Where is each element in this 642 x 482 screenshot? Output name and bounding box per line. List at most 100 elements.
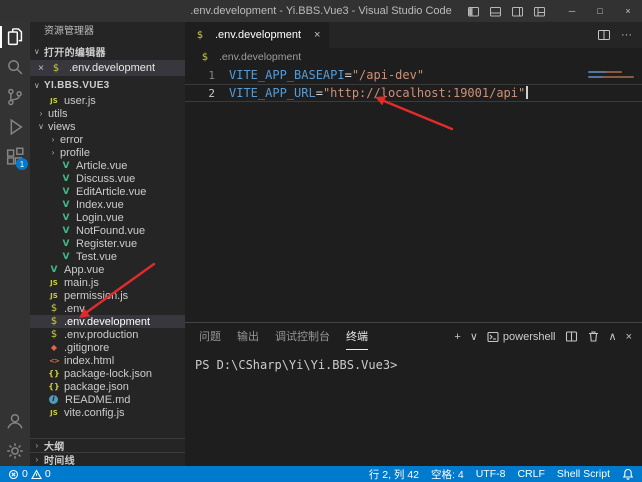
panel-tab-problems[interactable]: 问题 xyxy=(199,323,221,350)
tree-item-profile[interactable]: ›profile xyxy=(30,146,185,159)
tree-item-package.json[interactable]: {}package.json xyxy=(30,380,185,393)
tree-item-Discuss.vue[interactable]: VDiscuss.vue xyxy=(30,172,185,185)
tree-item-.env.development[interactable]: $.env.development xyxy=(30,315,185,328)
tree-item-label: NotFound.vue xyxy=(76,225,145,237)
indentation-status[interactable]: 空格: 4 xyxy=(431,467,464,482)
open-editors-label: 打开的编辑器 xyxy=(44,44,106,59)
tree-item-main.js[interactable]: JSmain.js xyxy=(30,276,185,289)
source-control-icon[interactable] xyxy=(0,82,30,112)
tree-item-Index.vue[interactable]: VIndex.vue xyxy=(30,198,185,211)
open-editor-item[interactable]: × $ .env.development xyxy=(30,60,185,76)
minimap[interactable] xyxy=(588,71,634,81)
split-terminal-icon[interactable] xyxy=(565,330,578,343)
more-actions-icon[interactable]: ··· xyxy=(621,29,632,41)
tree-item-package-lock.json[interactable]: {}package-lock.json xyxy=(30,367,185,380)
panel-tab-output[interactable]: 输出 xyxy=(237,323,259,350)
open-editors-header[interactable]: ∨ 打开的编辑器 xyxy=(30,42,185,60)
md-file-icon: i xyxy=(49,395,58,404)
search-icon[interactable] xyxy=(0,52,30,82)
extensions-icon[interactable]: 1 xyxy=(0,142,30,172)
maximize-button[interactable]: □ xyxy=(586,0,614,22)
encoding-status[interactable]: UTF-8 xyxy=(476,468,506,480)
token-operator: = xyxy=(316,86,323,100)
minimap-line xyxy=(588,71,622,73)
close-tab-icon[interactable]: × xyxy=(314,29,320,41)
chevron-collapsed-icon: › xyxy=(30,441,44,450)
project-name-label: YI.BBS.VUE3 xyxy=(44,80,110,91)
tree-item-label: permission.js xyxy=(64,290,128,302)
chevron-expanded-icon: ∨ xyxy=(30,81,44,90)
tree-item-label: .env.production xyxy=(64,329,138,341)
terminal-dropdown-icon[interactable]: ∨ xyxy=(470,330,478,343)
powershell-terminal-button[interactable]: powershell xyxy=(487,331,556,343)
timeline-label: 时间线 xyxy=(44,452,75,466)
code-area[interactable]: 1 VITE_APP_BASEAPI="/api-dev" 2 VITE_APP… xyxy=(185,66,642,102)
toggle-secondary-sidebar-icon[interactable] xyxy=(511,5,524,18)
toggle-panel-icon[interactable] xyxy=(489,5,502,18)
run-and-debug-icon[interactable] xyxy=(0,112,30,142)
tree-item-utils[interactable]: ›utils xyxy=(30,107,185,120)
close-panel-icon[interactable]: × xyxy=(626,331,632,343)
split-editor-icon[interactable] xyxy=(597,28,611,42)
env-file-icon: $ xyxy=(48,329,60,340)
tree-item-index.html[interactable]: <>index.html xyxy=(30,354,185,367)
tree-item-Login.vue[interactable]: VLogin.vue xyxy=(30,211,185,224)
text-cursor xyxy=(526,86,528,99)
kill-terminal-trash-icon[interactable] xyxy=(587,330,600,343)
js-file-icon: JS xyxy=(48,409,60,417)
tree-item-EditArticle.vue[interactable]: VEditArticle.vue xyxy=(30,185,185,198)
chevron-collapsed-icon: › xyxy=(30,455,44,464)
tree-item-label: .env.development xyxy=(64,316,150,328)
toggle-sidebar-icon[interactable] xyxy=(467,5,480,18)
token-string: "http://localhost:19001/api" xyxy=(323,86,525,100)
explorer-icon[interactable] xyxy=(0,22,30,52)
tree-item-views[interactable]: ∨views xyxy=(30,120,185,133)
tree-item-Test.vue[interactable]: VTest.vue xyxy=(30,250,185,263)
tree-item-.env[interactable]: $.env xyxy=(30,302,185,315)
minimize-button[interactable]: ─ xyxy=(558,0,586,22)
vue-file-icon: V xyxy=(60,213,72,223)
project-section-header[interactable]: ∨ YI.BBS.VUE3 xyxy=(30,76,185,94)
eol-status[interactable]: CRLF xyxy=(517,468,544,480)
outline-section-header[interactable]: › 大纲 xyxy=(30,438,185,452)
tree-item-App.vue[interactable]: VApp.vue xyxy=(30,263,185,276)
code-line-1[interactable]: 1 VITE_APP_BASEAPI="/api-dev" xyxy=(185,66,642,84)
tree-item-user.js[interactable]: JSuser.js xyxy=(30,94,185,107)
tree-item-label: main.js xyxy=(64,277,99,289)
outline-label: 大纲 xyxy=(44,438,65,453)
close-editor-icon[interactable]: × xyxy=(35,63,47,74)
notifications-bell-icon[interactable] xyxy=(622,468,634,480)
close-window-button[interactable]: × xyxy=(614,0,642,22)
settings-gear-icon[interactable] xyxy=(0,436,30,466)
new-terminal-icon[interactable]: + xyxy=(454,331,460,343)
js-file-icon: JS xyxy=(48,292,60,300)
tree-item-label: Article.vue xyxy=(76,160,127,172)
tree-item-error[interactable]: ›error xyxy=(30,133,185,146)
line-number: 1 xyxy=(185,69,215,82)
panel-tab-debug-console[interactable]: 调试控制台 xyxy=(275,323,330,350)
code-line-2[interactable]: 2 VITE_APP_URL="http://localhost:19001/a… xyxy=(185,84,642,102)
maximize-panel-icon[interactable]: ∧ xyxy=(609,330,617,343)
tree-item-label: utils xyxy=(48,108,68,120)
tree-item-.env.production[interactable]: $ .env.production xyxy=(30,328,185,341)
terminal-content[interactable]: PS D:\CSharp\Yi\Yi.BBS.Vue3> xyxy=(185,350,642,380)
timeline-section-header[interactable]: › 时间线 xyxy=(30,452,185,466)
vue-file-icon: V xyxy=(60,187,72,197)
tree-item-README.md[interactable]: iREADME.md xyxy=(30,393,185,406)
tree-item-vite.config.js[interactable]: JSvite.config.js xyxy=(30,406,185,419)
tab-env-development[interactable]: $ .env.development × xyxy=(185,22,329,48)
tree-item-Article.vue[interactable]: VArticle.vue xyxy=(30,159,185,172)
account-icon[interactable] xyxy=(0,406,30,436)
tree-item-Register.vue[interactable]: VRegister.vue xyxy=(30,237,185,250)
tree-item-.gitignore[interactable]: ◆.gitignore xyxy=(30,341,185,354)
panel-tab-terminal[interactable]: 终端 xyxy=(346,323,368,350)
chevron-collapsed-icon: › xyxy=(48,148,58,157)
cursor-position-status[interactable]: 行 2, 列 42 xyxy=(369,467,419,482)
file-tree: JSuser.js›utils∨views›error›profileVArti… xyxy=(30,94,185,419)
breadcrumb[interactable]: $ .env.development xyxy=(185,48,642,66)
tree-item-NotFound.vue[interactable]: VNotFound.vue xyxy=(30,224,185,237)
customize-layout-icon[interactable] xyxy=(533,5,546,18)
tree-item-permission.js[interactable]: JS permission.js xyxy=(30,289,185,302)
errors-warnings-status[interactable]: 0 0 xyxy=(8,468,51,480)
language-mode-status[interactable]: Shell Script xyxy=(557,468,610,480)
